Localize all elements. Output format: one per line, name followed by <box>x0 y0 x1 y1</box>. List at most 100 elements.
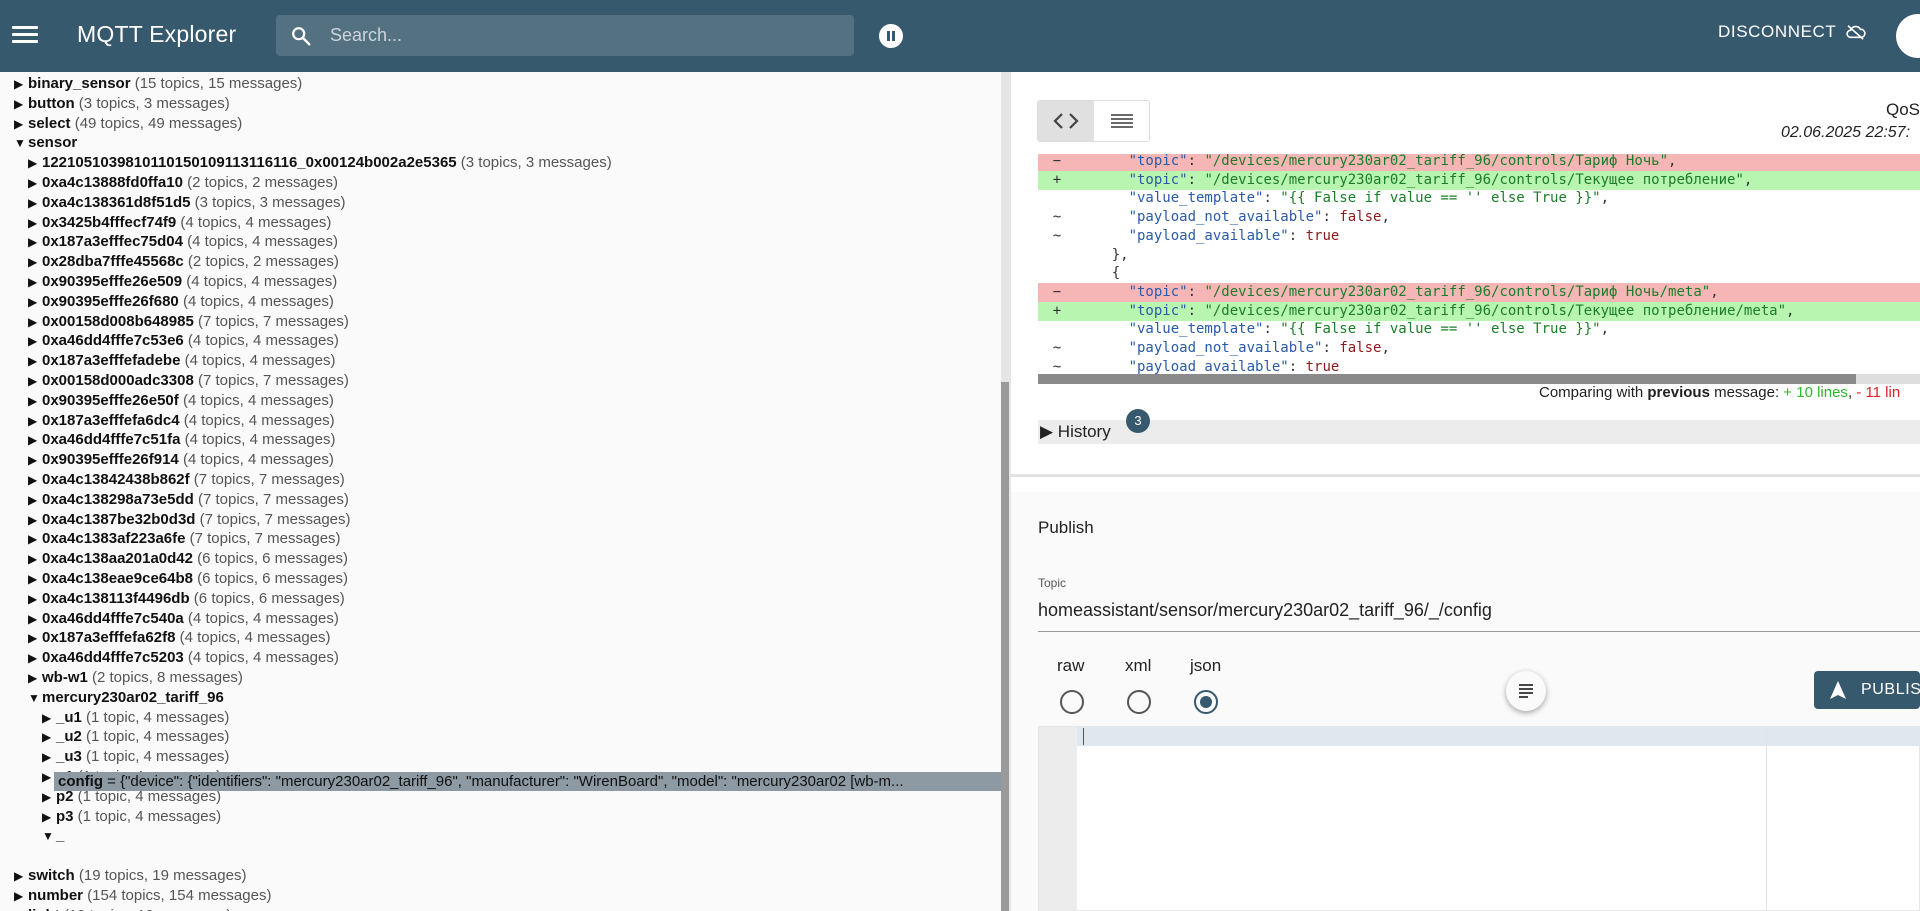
collapsed-arrow-icon[interactable]: ▶ <box>28 174 42 193</box>
tree-row[interactable]: ▶ binary_sensor (15 topics, 15 messages) <box>14 74 302 93</box>
tree-row[interactable]: ▶ button (3 topics, 3 messages) <box>14 94 230 113</box>
tree-row[interactable]: ▶ select (49 topics, 49 messages) <box>14 114 242 133</box>
collapsed-arrow-icon[interactable]: ▶ <box>28 214 42 233</box>
tree-row[interactable]: ▶ 0xa4c1387be32b0d3d (7 topics, 7 message… <box>28 510 351 529</box>
collapsed-arrow-icon[interactable]: ▶ <box>28 352 42 371</box>
collapsed-arrow-icon[interactable]: ▶ <box>28 253 42 272</box>
tree-row[interactable]: ▶ number (154 topics, 154 messages) <box>14 886 271 905</box>
collapsed-arrow-icon[interactable]: ▶ <box>28 629 42 648</box>
payload-editor[interactable] <box>1038 726 1920 911</box>
tree-row[interactable]: ▶ 0xa4c138298a73e5dd (7 topics, 7 message… <box>28 490 349 509</box>
tree-row[interactable]: ▶ switch (19 topics, 19 messages) <box>14 866 246 885</box>
tree-row[interactable]: ▶ 0x187a3efffec75d04 (4 topics, 4 message… <box>28 232 338 251</box>
collapsed-arrow-icon[interactable]: ▶ <box>28 154 42 173</box>
expanded-arrow-icon[interactable]: ▼ <box>28 689 42 708</box>
tree-row[interactable]: ▶ 0x00158d008b648985 (7 topics, 7 message… <box>28 312 349 331</box>
tree-row[interactable]: ▶ 0xa4c1383af223a6fe (7 topics, 7 message… <box>28 529 341 548</box>
format-radio-xml[interactable] <box>1127 690 1151 714</box>
collapsed-arrow-icon[interactable]: ▶ <box>28 511 42 530</box>
collapsed-arrow-icon[interactable]: ▶ <box>14 867 28 886</box>
tree-row[interactable]: ▶ p3 (1 topic, 4 messages) <box>42 807 221 826</box>
collapsed-arrow-icon[interactable]: ▶ <box>14 887 28 906</box>
format-radio-json[interactable] <box>1194 690 1218 714</box>
collapsed-arrow-icon[interactable]: ▶ <box>14 95 28 114</box>
tree-row[interactable]: ▶ _u3 (1 topic, 4 messages) <box>42 747 229 766</box>
tree-row[interactable]: ▶ _u1 (1 topic, 4 messages) <box>42 708 229 727</box>
tree-row[interactable]: ▶ 0xa4c138361d8f51d5 (3 topics, 3 message… <box>28 193 346 212</box>
history-toggle[interactable]: ▶ History <box>1038 420 1920 444</box>
expanded-arrow-icon[interactable]: ▼ <box>42 827 56 846</box>
collapsed-arrow-icon[interactable]: ▶ <box>28 392 42 411</box>
collapsed-arrow-icon[interactable]: ▶ <box>28 530 42 549</box>
collapsed-arrow-icon[interactable]: ▶ <box>28 332 42 351</box>
tree-row[interactable]: ▶ 0xa46dd4fffe7c540a (4 topics, 4 message… <box>28 609 339 628</box>
collapsed-arrow-icon[interactable]: ▶ <box>28 649 42 668</box>
selected-topic-row[interactable]: config = {"device": {"identifiers": "mer… <box>54 772 1002 791</box>
collapsed-arrow-icon[interactable]: ▶ <box>28 194 42 213</box>
format-json-button[interactable] <box>1506 671 1546 711</box>
diff-scrollbar[interactable] <box>1038 374 1920 384</box>
tree-row[interactable]: ▶ 122105103981011015010911311611​6_0x0012… <box>28 153 612 172</box>
tree-row[interactable]: ▼ _ <box>42 826 64 845</box>
tree-row[interactable]: ▶ _u2 (1 topic, 4 messages) <box>42 727 229 746</box>
collapsed-arrow-icon[interactable]: ▶ <box>28 233 42 252</box>
tree-row[interactable]: ▶ 0xa46dd4fffe7c53e6 (4 topics, 4 message… <box>28 331 339 350</box>
pause-icon[interactable] <box>879 24 903 48</box>
tree-row[interactable]: ▶ 0x90395efffe26f680 (4 topics, 4 message… <box>28 292 334 311</box>
tree-row[interactable]: ▶ 0xa46dd4fffe7c5203 (4 topics, 4 message… <box>28 648 339 667</box>
tree-scrollbar-thumb[interactable] <box>1001 382 1009 911</box>
topic-input[interactable]: homeassistant/sensor/mercury230ar02_tari… <box>1038 600 1920 632</box>
collapsed-arrow-icon[interactable]: ▶ <box>28 412 42 431</box>
tree-row[interactable]: ▶light (19 topics, 19 messages) <box>14 906 231 911</box>
tree-row[interactable]: ▶ wb-w1 (2 topics, 8 messages) <box>28 668 243 687</box>
tree-row[interactable]: ▶ 0x187a3efffefadebe (4 topics, 4 message… <box>28 351 335 370</box>
collapsed-arrow-icon[interactable]: ▶ <box>28 550 42 569</box>
tree-row[interactable]: ▶ 0xa46dd4fffe7c51fa (4 topics, 4 message… <box>28 430 335 449</box>
diff-scrollbar-thumb[interactable] <box>1038 374 1856 384</box>
tree-row[interactable]: ▶ 0xa4c138113f4496db (6 topics, 6 message… <box>28 589 345 608</box>
tree-row[interactable]: ▶ 0x90395efffe26f914 (4 topics, 4 message… <box>28 450 334 469</box>
code-view-button[interactable] <box>1038 101 1094 141</box>
disconnect-button[interactable]: DISCONNECT <box>1718 22 1867 42</box>
collapsed-arrow-icon[interactable]: ▶ <box>42 728 56 747</box>
collapsed-arrow-icon[interactable]: ▶ <box>28 610 42 629</box>
collapsed-arrow-icon[interactable]: ▶ <box>28 491 42 510</box>
collapsed-arrow-icon[interactable]: ▶ <box>14 115 28 134</box>
tree-row[interactable]: ▶ 0x90395efffe26e509 (4 topics, 4 message… <box>28 272 337 291</box>
raw-view-button[interactable] <box>1094 101 1150 141</box>
collapsed-arrow-icon[interactable]: ▶ <box>28 471 42 490</box>
collapsed-arrow-icon[interactable]: ▶ <box>28 372 42 391</box>
collapsed-arrow-icon[interactable]: ▶ <box>28 451 42 470</box>
tree-row[interactable]: ▶ 0x187a3efffefa62f8 (4 topics, 4 message… <box>28 628 331 647</box>
expanded-arrow-icon[interactable]: ▼ <box>14 134 28 153</box>
collapsed-arrow-icon[interactable]: ▶ <box>28 669 42 688</box>
tree-row[interactable]: ▶ 0xa4c138aa201a0d42 (6 topics, 6 message… <box>28 549 348 568</box>
search-input[interactable] <box>330 15 840 56</box>
tree-row[interactable]: ▶ 0xa4c13888fd0ffa10 (2 topics, 2 message… <box>28 173 338 192</box>
tree-row[interactable]: ▶ 0x3425b4fffecf74f9 (4 topics, 4 message… <box>28 213 331 232</box>
pane-splitter[interactable] <box>1001 72 1011 911</box>
collapsed-arrow-icon[interactable]: ▶ <box>42 748 56 767</box>
tree-row[interactable]: ▶ 0x28dba7fffe45568c (2 topics, 2 message… <box>28 252 339 271</box>
collapsed-arrow-icon[interactable]: ▶ <box>28 293 42 312</box>
collapsed-arrow-icon[interactable]: ▶ <box>28 431 42 450</box>
tree-row[interactable]: ▶ 0x90395efffe26e50f (4 topics, 4 message… <box>28 391 334 410</box>
tree-row[interactable]: ▶ 0x00158d000adc3308 (7 topics, 7 message… <box>28 371 349 390</box>
collapsed-arrow-icon[interactable]: ▶ <box>42 709 56 728</box>
format-radio-raw[interactable] <box>1060 690 1084 714</box>
tree-row[interactable]: ▶ 0xa4c13842438b862f (7 topics, 7 message… <box>28 470 345 489</box>
collapsed-arrow-icon[interactable]: ▶ <box>28 590 42 609</box>
menu-icon[interactable] <box>12 22 38 48</box>
tree-row[interactable]: ▶ 0x187a3efffefa6dc4 (4 topics, 4 message… <box>28 411 335 430</box>
collapsed-arrow-icon[interactable]: ▶ <box>28 273 42 292</box>
collapsed-arrow-icon[interactable]: ▶ <box>28 313 42 332</box>
collapsed-arrow-icon[interactable]: ▶ <box>42 808 56 827</box>
tree-row[interactable]: ▶ 0xa4c138eae9ce64b8 (6 topics, 6 message… <box>28 569 348 588</box>
collapsed-arrow-icon[interactable]: ▶ <box>28 570 42 589</box>
tree-row[interactable]: ▼ sensor <box>14 133 77 152</box>
collapsed-arrow-icon[interactable]: ▶ <box>14 907 28 911</box>
avatar[interactable] <box>1896 14 1920 58</box>
tree-row[interactable]: ▼ mercury230ar02_tariff_96 <box>28 688 224 707</box>
search-box[interactable] <box>276 15 854 56</box>
collapsed-arrow-icon[interactable]: ▶ <box>14 75 28 94</box>
